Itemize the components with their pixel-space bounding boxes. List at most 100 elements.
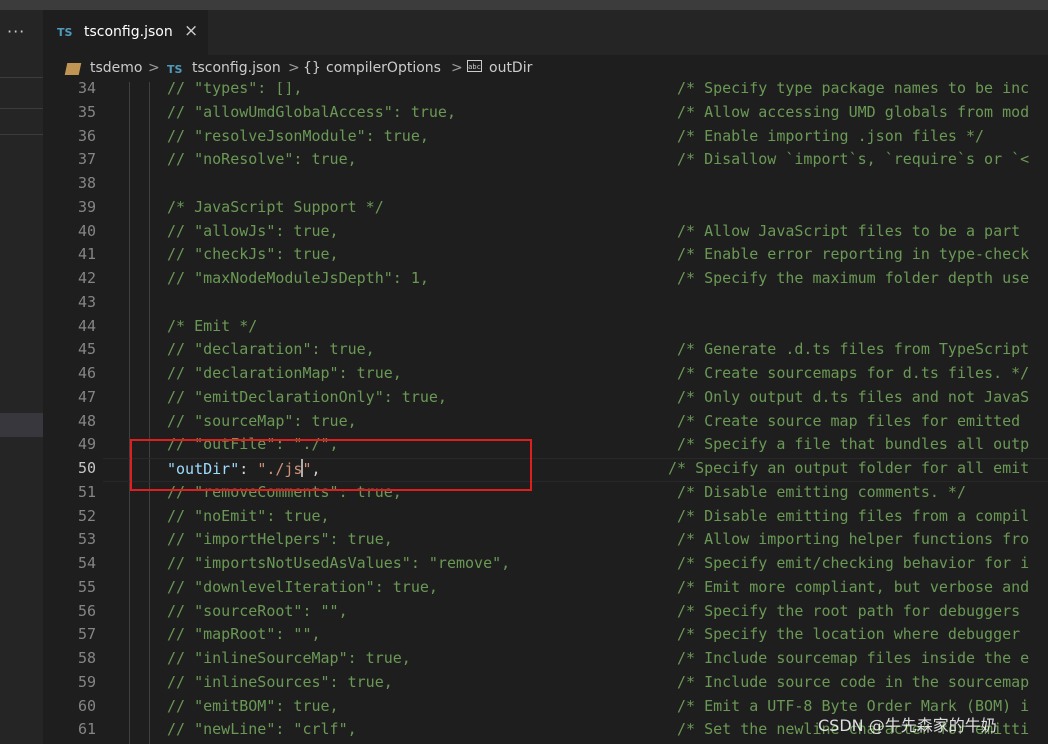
inline-comment: /* Specify type package names to be inc — [677, 82, 1030, 97]
code-text: // "allowJs": true, — [167, 221, 339, 240]
code-line[interactable]: 57 // "mapRoot": "", /* Specify the locati… — [43, 625, 1048, 649]
inline-comment: /* Create source map files for emitted — [677, 411, 1021, 430]
code-line[interactable]: 43 — [43, 293, 1048, 317]
code-line[interactable]: 35 // "allowUmdGlobalAccess": true, /* All… — [43, 103, 1048, 127]
code-line[interactable]: 34 // "types": [], /* Specify type package… — [43, 82, 1048, 103]
inline-comment: /* Specify the location where debugger — [677, 625, 1021, 644]
chevron-right-icon: > — [148, 60, 160, 76]
line-number: 43 — [77, 292, 96, 311]
line-number: 46 — [77, 364, 96, 382]
sidebar-divider — [0, 134, 43, 135]
code-text: // "inlineSources": true, — [167, 672, 393, 691]
line-number: 53 — [77, 530, 96, 549]
code-text: // "inlineSourceMap": true, — [167, 649, 411, 667]
code-line[interactable]: 46 // "declarationMap": true, /* Create so… — [43, 364, 1048, 388]
code-text: // "checkJs": true, — [167, 245, 339, 264]
breadcrumb-folder[interactable]: tsdemo — [90, 60, 143, 76]
tab-tsconfig[interactable]: TS tsconfig.json × — [43, 10, 208, 55]
inline-comment: /* Disallow `import`s, `require`s or `< — [677, 150, 1030, 169]
code-text: // "downlevelIteration": true, — [167, 577, 438, 596]
code-line[interactable]: 37 // "noResolve": true, /* Disallow `impo… — [43, 150, 1048, 174]
code-line[interactable]: 36 // "resolveJsonModule": true, /* Enable… — [43, 127, 1048, 151]
line-number: 40 — [77, 221, 96, 240]
code-editor[interactable]: 34 // "types": [], /* Specify type package… — [43, 82, 1048, 744]
code-line[interactable]: 39 /* JavaScript Support */ — [43, 198, 1048, 222]
string-property-icon: abc — [467, 60, 482, 72]
code-text: // "noResolve": true, — [167, 150, 357, 169]
code-line[interactable]: 56 // "sourceRoot": "", /* Specify the roo… — [43, 602, 1048, 626]
line-number: 42 — [77, 269, 96, 287]
code-line[interactable]: 47 // "emitDeclarationOnly": true, /* Only… — [43, 388, 1048, 412]
code-text: // "maxNodeModuleJsDepth": 1, — [167, 269, 429, 287]
line-number: 37 — [77, 150, 96, 169]
code-line[interactable]: 58 // "inlineSourceMap": true, /* Include … — [43, 649, 1048, 673]
line-number: 51 — [77, 482, 96, 501]
watermark: CSDN @牛先森家的牛奶 — [818, 716, 997, 735]
chevron-right-icon: > — [288, 60, 300, 76]
inline-comment: /* Emit more compliant, but verbose and — [677, 577, 1030, 596]
sidebar-divider — [0, 108, 43, 109]
inline-comment: /* Include source code in the sourcemap — [677, 672, 1030, 691]
code-text: // "types": [], — [167, 82, 303, 97]
line-number: 52 — [77, 506, 96, 525]
breadcrumb-item[interactable]: outDir — [489, 60, 532, 76]
line-number: 59 — [77, 672, 96, 691]
close-icon[interactable]: × — [184, 21, 198, 41]
line-number: 57 — [77, 625, 96, 644]
line-number: 48 — [77, 411, 96, 430]
line-number: 55 — [77, 577, 96, 596]
sidebar-divider — [0, 77, 43, 78]
sidebar-selected-item[interactable] — [0, 413, 43, 437]
code-line[interactable]: 53 // "importHelpers": true, /* Allow impo… — [43, 530, 1048, 554]
folder-icon — [64, 63, 82, 75]
inline-comment: /* Specify a file that bundles all outp — [677, 435, 1030, 454]
inline-comment: /* Specify emit/checking behavior for i — [677, 554, 1030, 572]
code-text: // "noEmit": true, — [167, 506, 330, 525]
code-text: // "emitBOM": true, — [167, 696, 339, 715]
tab-label: tsconfig.json — [84, 24, 173, 40]
more-actions-icon[interactable]: ··· — [7, 22, 25, 41]
code-text: // "importHelpers": true, — [167, 530, 393, 549]
code-line[interactable]: 44 /* Emit */ — [43, 317, 1048, 341]
inline-comment: /* Enable error reporting in type-check — [677, 245, 1030, 264]
code-line[interactable]: 54 // "importsNotUsedAsValues": "remove",… — [43, 554, 1048, 578]
code-line[interactable]: 48 // "sourceMap": true, /* Create source … — [43, 412, 1048, 436]
inline-comment: /* Include sourcemap files inside the e — [677, 649, 1030, 667]
line-number: 60 — [77, 696, 96, 715]
line-number: 45 — [77, 340, 96, 359]
chevron-right-icon: > — [451, 60, 463, 76]
highlight-box — [130, 439, 532, 491]
inline-comment: /* Generate .d.ts files from TypeScript — [677, 340, 1030, 359]
code-line[interactable]: 45 // "declaration": true, /* Generate .d.… — [43, 340, 1048, 364]
code-text: /* JavaScript Support */ — [167, 197, 384, 216]
braces-icon: {} — [303, 60, 321, 76]
typescript-config-icon: TS — [57, 26, 73, 39]
inline-comment: /* Specify the maximum folder depth use — [677, 269, 1030, 287]
code-line[interactable]: 52 // "noEmit": true, /* Disable emitting … — [43, 507, 1048, 531]
code-text: // "declaration": true, — [167, 340, 375, 359]
breadcrumb-section[interactable]: compilerOptions — [326, 60, 441, 76]
code-text: // "newLine": "crlf", — [167, 720, 357, 739]
line-number: 41 — [77, 245, 96, 264]
code-line[interactable]: 38 — [43, 174, 1048, 198]
line-number: 39 — [77, 197, 96, 216]
code-text: // "resolveJsonModule": true, — [167, 126, 429, 145]
breadcrumb-file[interactable]: tsconfig.json — [192, 60, 281, 76]
typescript-config-icon: TS — [167, 63, 183, 76]
line-number: 61 — [77, 720, 96, 739]
line-number: 47 — [77, 387, 96, 406]
line-number: 49 — [77, 435, 96, 454]
inline-comment: /* Create sourcemaps for d.ts files. */ — [677, 364, 1030, 382]
code-line[interactable]: 40 // "allowJs": true, /* Allow JavaScript… — [43, 222, 1048, 246]
line-number: 58 — [77, 649, 96, 667]
line-number: 54 — [77, 554, 96, 572]
code-text: // "emitDeclarationOnly": true, — [167, 387, 447, 406]
code-line[interactable]: 55 // "downlevelIteration": true, /* Emit … — [43, 578, 1048, 602]
code-text: // "declarationMap": true, — [167, 364, 402, 382]
code-line[interactable]: 59 // "inlineSources": true, /* Include so… — [43, 673, 1048, 697]
code-line[interactable]: 42 // "maxNodeModuleJsDepth": 1, /* Specif… — [43, 269, 1048, 293]
code-line[interactable]: 41 // "checkJs": true, /* Enable error rep… — [43, 245, 1048, 269]
line-number: 56 — [77, 601, 96, 620]
inline-comment: /* Allow importing helper functions fro — [677, 530, 1030, 549]
code-text: // "allowUmdGlobalAccess": true, — [167, 102, 456, 121]
